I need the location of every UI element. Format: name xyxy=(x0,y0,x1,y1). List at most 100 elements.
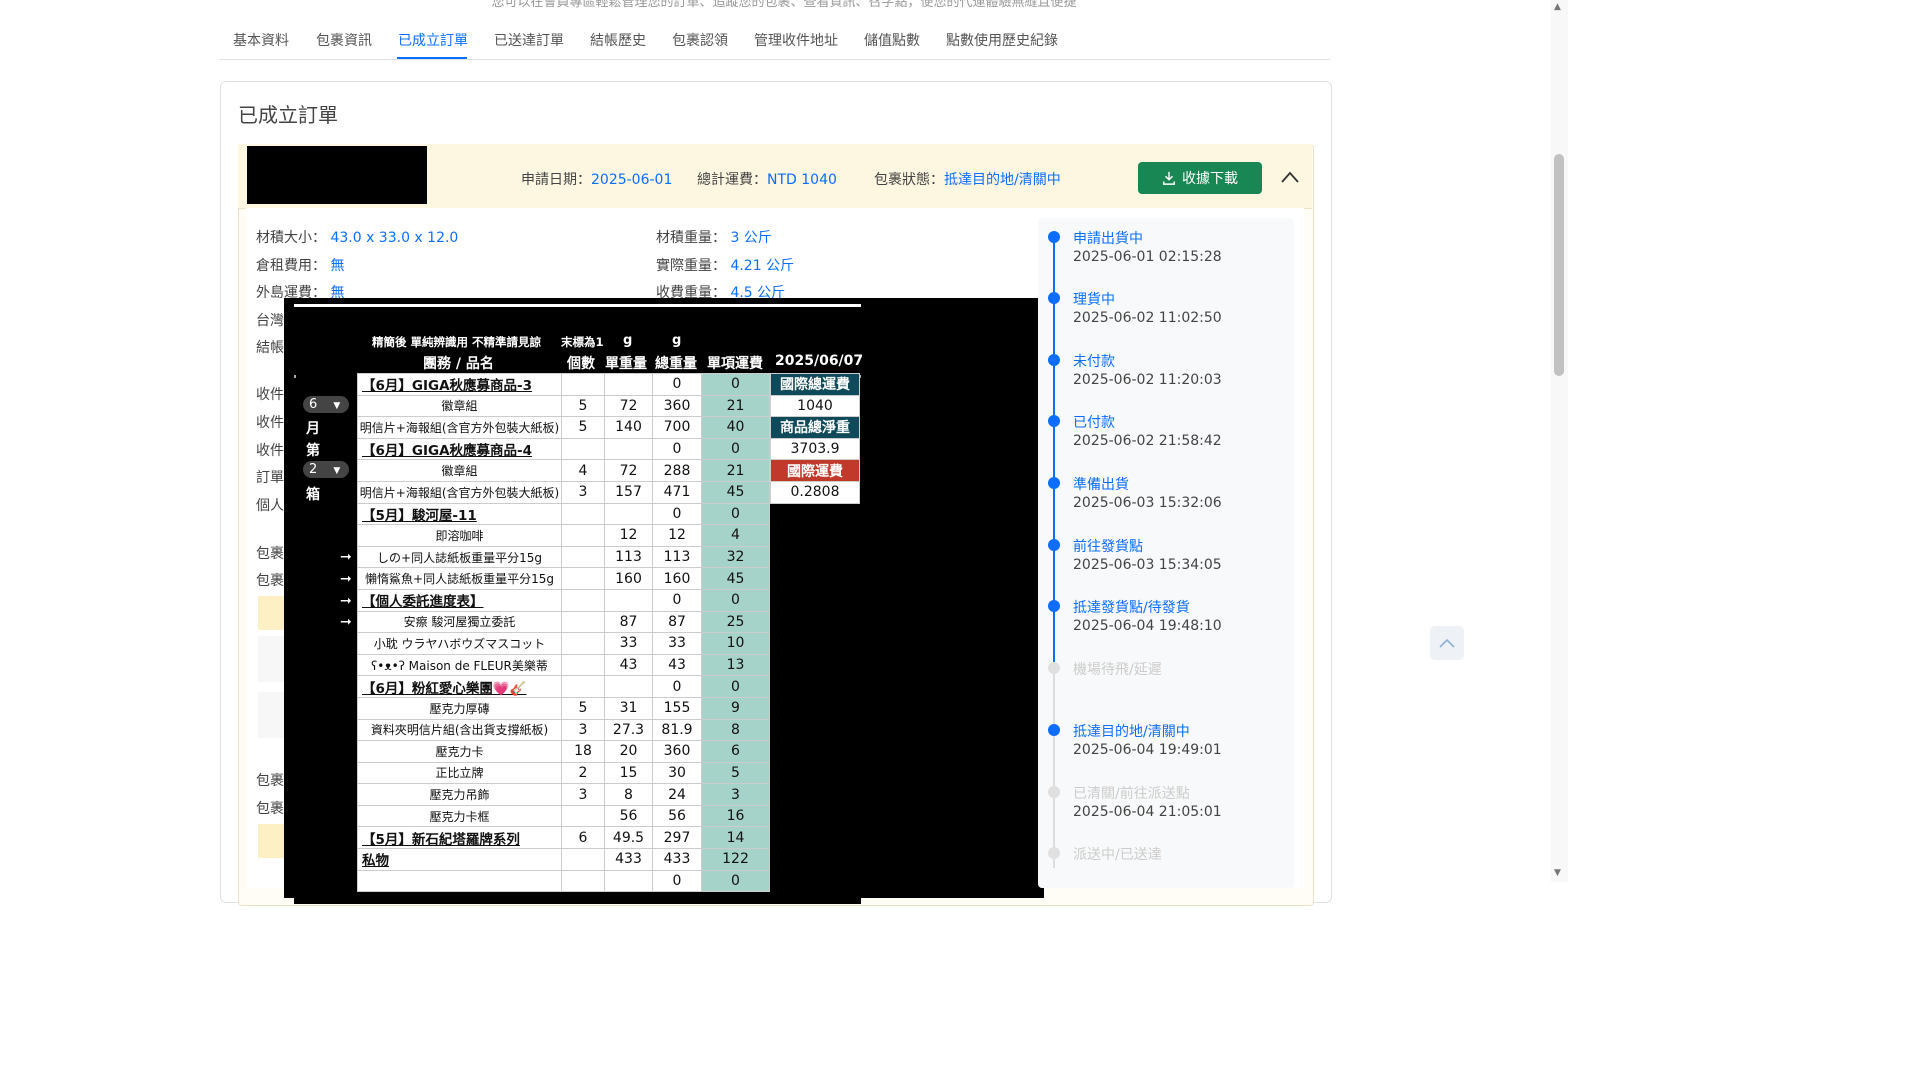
scrollbar-thumb[interactable] xyxy=(1554,154,1564,376)
sheet-row: 壓克力厚磚 5 31 155 9 xyxy=(357,696,770,720)
sheet-cell-unit: 87 xyxy=(604,610,653,634)
package-status: 包裹狀態：抵達目的地/清關中 xyxy=(874,172,1061,188)
tab-package-info[interactable]: 包裹資訊 xyxy=(316,30,372,50)
sheet-cell-unit: 49.5 xyxy=(604,826,653,850)
page-scrollbar[interactable] xyxy=(1551,0,1568,882)
sheet-cell-qty: 18 xyxy=(561,740,605,763)
actual-weight: 實際重量： 4.21 公斤 xyxy=(656,258,795,274)
arrow-right-icon: ➞ xyxy=(340,593,352,609)
side-label: 收件 xyxy=(256,415,284,431)
sheet-cell-unit: 15 xyxy=(604,761,653,785)
sheet-cell-qty xyxy=(561,653,605,677)
sheet-cell-total: 56 xyxy=(652,804,702,828)
sheet-cell-unit: 33 xyxy=(604,632,653,655)
active-tab-indicator xyxy=(397,57,467,59)
sheet-cell-qty xyxy=(561,502,605,526)
sheet-cell-fee: 122 xyxy=(701,848,770,871)
scroll-down-arrow-icon[interactable]: ▼ xyxy=(1554,868,1561,878)
scroll-up-arrow-icon[interactable]: ▲ xyxy=(1554,2,1561,12)
sheet-cell-total: 0 xyxy=(652,869,702,893)
sheet-row: 即溶咖啡 12 12 4 xyxy=(357,524,770,547)
timeline-step-time: 2025-06-01 02:15:28 xyxy=(1073,249,1222,265)
sheet-row: 明信片+海報組(含官方外包裝大紙板) 3 157 471 45 xyxy=(357,480,770,504)
tab-package-claim[interactable]: 包裹認領 xyxy=(672,30,728,50)
sheet-cell-unit xyxy=(604,373,653,396)
timeline-step-time: 2025-06-04 19:49:01 xyxy=(1073,742,1222,758)
timeline-step-title: 已付款 xyxy=(1073,415,1115,431)
timeline-step-time: 2025-06-02 11:02:50 xyxy=(1073,310,1222,326)
sheet-row: 懶惰鯊魚+同人誌紙板重量平分15g 160 160 45 xyxy=(357,567,770,590)
timeline-dot xyxy=(1048,786,1060,798)
timeline-step-title: 申請出貨中 xyxy=(1073,231,1143,247)
sheet-row: 【5月】駿河屋-11 0 0 xyxy=(357,502,770,526)
summary-table: 國際總運費 1040 商品總淨重 3703.9 國際運費 0.2808 xyxy=(770,373,860,504)
summary-value: 0.2808 xyxy=(770,480,860,504)
tab-checkout-history[interactable]: 結帳歷史 xyxy=(590,30,646,50)
sheet-cell-fee: 5 xyxy=(701,761,770,785)
sheet-row: 小耽 ウラヤハボウズマスコット 33 33 10 xyxy=(357,632,770,655)
arrow-right-icon: ➞ xyxy=(340,571,352,587)
sheet-cell-total: 433 xyxy=(652,848,702,871)
apply-date: 申請日期：2025-06-01 xyxy=(521,172,673,188)
sheet-cell-name xyxy=(357,869,562,893)
tab-top-up-points[interactable]: 儲值點數 xyxy=(864,30,920,50)
tab-manage-addresses[interactable]: 管理收件地址 xyxy=(754,30,838,50)
tab-created-orders[interactable]: 已成立訂單 xyxy=(398,30,468,50)
side-char: 第 xyxy=(306,443,320,459)
timeline-step-time: 2025-06-04 19:48:10 xyxy=(1073,618,1222,634)
sheet-row: 徽章組 5 72 360 21 xyxy=(357,394,770,418)
col-unit-weight: 單重量 xyxy=(605,356,647,372)
sheet-cell-qty: 3 xyxy=(561,783,605,806)
tab-basic-info[interactable]: 基本資料 xyxy=(233,30,289,50)
timeline-step-title: 已清關/前往派送點 xyxy=(1073,786,1190,802)
sheet-cell-fee: 6 xyxy=(701,740,770,763)
sheet-row: ʕ•ᴥ•ʔ Maison de FLEUR美樂蒂 43 43 13 xyxy=(357,653,770,677)
sheet-cell-name: 壓克力卡 xyxy=(357,740,562,763)
sheet-cell-fee: 8 xyxy=(701,718,770,742)
sheet-cell-unit: 157 xyxy=(604,480,653,504)
member-tabs: 基本資料 包裹資訊 已成立訂單 已送達訂單 結帳歷史 包裹認領 管理收件地址 儲… xyxy=(220,20,1330,60)
timeline-step-time: 2025-06-03 15:34:05 xyxy=(1073,557,1222,573)
sheet-cell-fee: 9 xyxy=(701,696,770,720)
weight-table: 【6月】GIGA秋應募商品-3 0 0 徽章組 5 72 360 21 明信片+海報組(含官方外… xyxy=(357,373,770,893)
timeline-dot xyxy=(1048,847,1060,859)
sheet-cell-fee: 4 xyxy=(701,524,770,547)
sheet-cell-name: 【5月】駿河屋-11 xyxy=(357,502,562,526)
sheet-cell-fee: 0 xyxy=(701,588,770,612)
timeline-step-title: 理貨中 xyxy=(1073,292,1115,308)
sheet-cell-unit: 12 xyxy=(604,524,653,547)
receipt-download-button[interactable]: 收據下載 xyxy=(1138,162,1262,194)
sheet-cell-total: 12 xyxy=(652,524,702,547)
sheet-row: 【5月】新石紀塔羅牌系列 6 49.5 297 14 xyxy=(357,826,770,850)
box-select[interactable]: 2 ▼ xyxy=(303,461,349,478)
sheet-row: 壓克力吊飾 3 8 24 3 xyxy=(357,783,770,806)
sheet-cell-total: 471 xyxy=(652,480,702,504)
tab-points-history[interactable]: 點數使用歷史紀錄 xyxy=(946,30,1058,50)
chevron-up-icon[interactable] xyxy=(1280,170,1300,184)
sheet-cell-fee: 45 xyxy=(701,480,770,504)
sheet-cell-unit: 160 xyxy=(604,567,653,590)
sheet-row: しの+同人誌紙板重量平分15g 113 113 32 xyxy=(357,545,770,569)
scroll-to-top-button[interactable] xyxy=(1430,626,1464,660)
tab-delivered-orders[interactable]: 已送達訂單 xyxy=(494,30,564,50)
timeline-step-time: 2025-06-02 21:58:42 xyxy=(1073,433,1222,449)
sheet-cell-qty xyxy=(561,632,605,655)
summary-value: 3703.9 xyxy=(770,437,860,461)
sheet-cell-qty xyxy=(561,567,605,590)
timeline-step-title: 未付款 xyxy=(1073,354,1115,370)
sheet-cell-fee: 0 xyxy=(701,675,770,698)
timeline-dot xyxy=(1048,231,1060,243)
sheet-row: 【6月】GIGA秋應募商品-4 0 0 xyxy=(357,437,770,461)
sheet-cell-total: 30 xyxy=(652,761,702,785)
sheet-cell-name: 小耽 ウラヤハボウズマスコット xyxy=(357,632,562,655)
timeline-step-title: 抵達目的地/清關中 xyxy=(1073,724,1190,740)
sheet-cell-qty xyxy=(561,869,605,893)
sheet-cell-unit: 113 xyxy=(604,545,653,569)
sheet-cell-fee: 25 xyxy=(701,610,770,634)
sheet-cell-total: 33 xyxy=(652,632,702,655)
month-select[interactable]: 6 ▼ xyxy=(303,396,349,413)
sheet-cell-unit xyxy=(604,502,653,526)
unit-g: g xyxy=(672,333,682,348)
timeline-step-time: 2025-06-04 21:05:01 xyxy=(1073,804,1222,820)
timeline-dot xyxy=(1048,662,1060,674)
